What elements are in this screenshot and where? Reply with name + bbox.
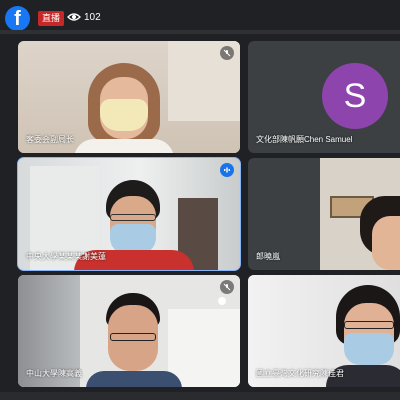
participant-shirt <box>86 371 182 387</box>
speaking-indicator <box>220 163 234 177</box>
mic-off-button[interactable] <box>220 46 234 60</box>
mic-off-icon <box>223 44 231 62</box>
viewer-counter: 102 <box>67 10 101 26</box>
audio-wave-icon <box>223 161 231 179</box>
eye-icon <box>67 9 81 27</box>
glasses <box>344 321 394 329</box>
ceiling-light <box>218 297 226 305</box>
participant-tile-1[interactable]: 客委会副局长 <box>18 41 240 153</box>
participant-name: 中山大學陳高義 <box>26 369 82 378</box>
live-badge: 直播 <box>38 11 65 26</box>
participant-name: 文化部陳帆願Chen Samuel <box>256 135 353 144</box>
glasses <box>110 333 156 341</box>
participant-name: 中央大學某某某謝美蓮 <box>26 252 106 261</box>
face-mask <box>344 333 394 365</box>
participant-tile-2[interactable]: S 文化部陳帆願Chen Samuel <box>248 41 400 153</box>
face-mask <box>100 99 148 131</box>
mic-off-button[interactable] <box>220 280 234 294</box>
participant-avatar: S <box>322 63 388 129</box>
participant-tile-4[interactable]: 郎曉嵐 <box>248 158 400 270</box>
participant-shirt <box>74 139 174 153</box>
participant-name: 國立臺灣文化研究陳佳君 <box>256 369 344 378</box>
viewer-count: 102 <box>84 12 101 23</box>
participant-tile-6[interactable]: 國立臺灣文化研究陳佳君 <box>248 275 400 387</box>
bottom-toolbar-strip <box>0 392 400 400</box>
mic-off-icon <box>223 278 231 296</box>
participant-name: 郎曉嵐 <box>256 252 280 261</box>
participant-name: 客委会副局长 <box>26 135 74 144</box>
facebook-logo-icon[interactable]: f <box>5 6 30 31</box>
participant-face <box>372 216 400 270</box>
participant-tile-5[interactable]: 中山大學陳高義 <box>18 275 240 387</box>
meeting-stream: f 直播 102 客委会副局长 S 文化部陳帆願Chen Samuel 中央大學… <box>0 0 400 400</box>
glasses <box>110 214 156 221</box>
top-divider <box>0 30 400 34</box>
participant-tile-3[interactable]: 中央大學某某某謝美蓮 <box>17 157 241 271</box>
stream-header: f 直播 102 <box>0 0 400 34</box>
cabinet <box>168 309 240 387</box>
